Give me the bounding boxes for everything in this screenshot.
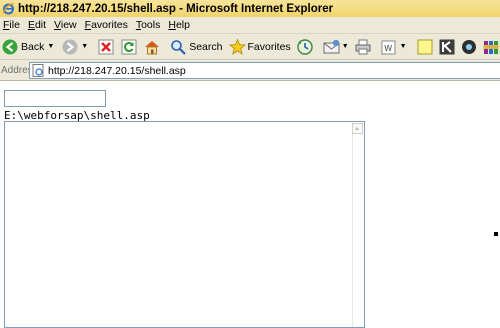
back-dropdown-icon[interactable]: ▼ [47, 43, 54, 50]
messenger-icon [461, 39, 477, 55]
command-output-textarea[interactable] [4, 121, 365, 328]
word-document-icon: W [381, 39, 397, 55]
menu-favorites[interactable]: Favorites [82, 19, 133, 31]
printer-icon [355, 39, 371, 55]
menu-bar: File Edit View Favorites Tools Help [0, 17, 500, 34]
page-marker [494, 232, 498, 236]
mail-dropdown-icon[interactable]: ▼ [342, 43, 349, 50]
page-icon [32, 64, 45, 77]
print-button[interactable] [355, 36, 371, 58]
extension-button-1[interactable] [439, 36, 455, 58]
forward-dropdown-icon[interactable]: ▼ [81, 43, 88, 50]
edit-button[interactable]: W ▼ [381, 36, 407, 58]
command-input[interactable] [4, 90, 106, 107]
stop-icon [98, 39, 114, 55]
standard-toolbar: Back ▼ ▼ Search Favorites ▼ W ▼ [0, 34, 500, 60]
k-logo-icon [439, 39, 455, 55]
ie-logo-icon [2, 2, 15, 15]
archive-icon [483, 39, 499, 55]
menu-edit-key: E [27, 19, 35, 31]
forward-arrow-icon [62, 39, 78, 55]
search-icon [170, 39, 186, 55]
menu-tools-rest: ools [141, 19, 161, 31]
home-button[interactable] [144, 36, 160, 58]
history-icon [296, 38, 313, 55]
menu-tools[interactable]: Tools [133, 19, 166, 31]
home-icon [144, 39, 160, 55]
address-bar: Address http://218.247.20.15/shell.asp [0, 60, 500, 81]
address-input[interactable]: http://218.247.20.15/shell.asp [29, 62, 500, 79]
stop-button[interactable] [98, 36, 114, 58]
menu-favorites-rest: avorites [91, 19, 128, 31]
extension-button-2[interactable] [461, 36, 477, 58]
menu-edit-rest: dit [34, 19, 47, 31]
edit-dropdown-icon[interactable]: ▼ [400, 43, 407, 50]
window-title: http://218.247.20.15/shell.asp - Microso… [18, 2, 334, 15]
mail-icon [323, 39, 340, 55]
favorites-button[interactable]: Favorites [228, 36, 291, 58]
svg-text:W: W [384, 44, 392, 53]
menu-help-rest: elp [175, 19, 190, 31]
menu-view-key: V [54, 19, 61, 31]
note-icon [417, 39, 433, 55]
refresh-button[interactable] [121, 36, 137, 58]
scroll-up-arrow-icon[interactable] [352, 123, 363, 134]
favorites-star-icon [228, 37, 246, 55]
favorites-label: Favorites [247, 40, 291, 53]
back-label: Back [21, 40, 45, 53]
mail-button[interactable]: ▼ [323, 36, 349, 58]
history-button[interactable] [296, 36, 313, 58]
search-label: Search [189, 40, 223, 53]
back-button[interactable]: Back ▼ [2, 36, 54, 58]
menu-edit[interactable]: Edit [25, 19, 51, 31]
output-scrollbar[interactable] [352, 122, 364, 327]
address-label: Address [1, 64, 38, 76]
menu-view-rest: iew [60, 19, 77, 31]
discuss-button[interactable] [417, 36, 433, 58]
menu-view[interactable]: View [51, 19, 82, 31]
search-button[interactable]: Search [170, 36, 223, 58]
address-url: http://218.247.20.15/shell.asp [48, 64, 186, 77]
extension-button-3[interactable] [483, 36, 499, 58]
page-content: E:\webforsap\shell.asp [0, 81, 500, 328]
menu-file[interactable]: File [0, 19, 25, 31]
title-bar: http://218.247.20.15/shell.asp - Microso… [0, 0, 500, 17]
refresh-icon [121, 39, 137, 55]
forward-button[interactable]: ▼ [62, 36, 88, 58]
back-arrow-icon [2, 39, 18, 55]
menu-help-key: H [168, 19, 176, 31]
menu-file-rest: ile [9, 19, 20, 31]
menu-help[interactable]: Help [165, 19, 195, 31]
